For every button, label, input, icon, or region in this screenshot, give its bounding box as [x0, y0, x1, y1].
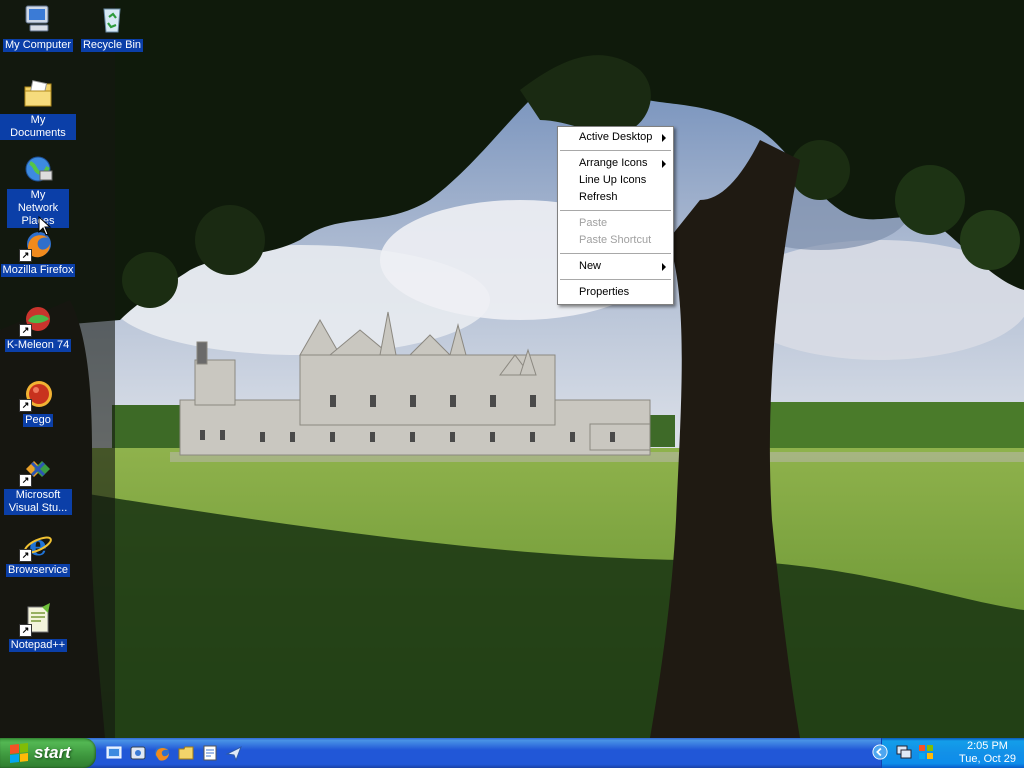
security-icon[interactable] — [918, 744, 934, 760]
clock-date: Tue, Oct 29 — [958, 753, 1016, 765]
desktop-icon-label: K-Meleon 74 — [4, 339, 72, 352]
start-label: start — [34, 743, 71, 762]
desktop-icon-microsoft-visual-studio[interactable]: ↗ Microsoft Visual Stu... — [0, 452, 76, 515]
submenu-arrow-icon — [662, 134, 666, 142]
menu-separator — [560, 253, 671, 254]
shortcut-arrow-icon: ↗ — [19, 399, 32, 412]
taskbar: start 2:05 PM Tue, Oct 29 — [0, 738, 1024, 768]
menu-item-label: Paste Shortcut — [579, 234, 652, 246]
windows-logo-icon — [10, 743, 28, 763]
desktop-icon-label: Browservice — [6, 564, 70, 577]
menu-item-active-desktop[interactable]: Active Desktop — [559, 129, 672, 146]
notepad-icon[interactable] — [200, 743, 220, 763]
computer-icon — [21, 2, 55, 36]
menu-item-label: Arrange Icons — [579, 157, 648, 169]
desktop-icon-my-computer[interactable]: My Computer — [0, 2, 76, 52]
menu-item-label: New — [579, 260, 602, 272]
clock[interactable]: 2:05 PM Tue, Oct 29 — [959, 740, 1016, 766]
desktop-icon-pego[interactable]: ↗ Pego — [0, 377, 76, 427]
menu-item-paste[interactable]: Paste — [559, 215, 672, 232]
desktop-icon-label: Recycle Bin — [80, 39, 144, 52]
visual-studio-icon: ↗ — [19, 452, 55, 487]
send-icon[interactable] — [224, 743, 244, 763]
menu-item-label: Line Up Icons — [579, 174, 647, 186]
menu-item-line-up-icons[interactable]: Line Up Icons — [559, 172, 672, 189]
quick-launch-bar — [104, 743, 244, 763]
desktop-icon-browservice[interactable]: e ↗ Browservice — [0, 527, 76, 577]
desktop-wallpaper[interactable] — [0, 0, 1024, 738]
menu-item-paste-shortcut[interactable]: Paste Shortcut — [559, 232, 672, 249]
desktop-icon-notepad-plus-plus[interactable]: ↗ Notepad++ — [0, 602, 76, 652]
menu-separator — [560, 150, 671, 151]
show-desktop-icon[interactable] — [104, 743, 124, 763]
menu-item-label: Active Desktop — [579, 131, 653, 143]
k-meleon-icon: ↗ — [19, 302, 55, 337]
menu-separator — [560, 279, 671, 280]
desktop-icon-recycle-bin[interactable]: Recycle Bin — [74, 2, 150, 52]
start-button[interactable]: start — [0, 738, 96, 768]
system-tray: 2:05 PM Tue, Oct 29 — [872, 738, 1024, 768]
desktop-icon-label: My Computer — [2, 39, 74, 52]
menu-item-arrange-icons[interactable]: Arrange Icons — [559, 155, 672, 172]
desktop-icon-my-documents[interactable]: My Documents — [0, 77, 76, 140]
shortcut-arrow-icon: ↗ — [19, 624, 32, 637]
menu-separator — [560, 210, 671, 211]
internet-explorer-icon: e ↗ — [19, 527, 55, 562]
folder-icon[interactable] — [176, 743, 196, 763]
notepad-plus-plus-icon: ↗ — [19, 602, 55, 637]
shortcut-arrow-icon: ↗ — [19, 249, 32, 262]
network-icon[interactable] — [896, 744, 912, 760]
menu-item-properties[interactable]: Properties — [559, 284, 672, 301]
desktop-icon-label: My Documents — [0, 114, 76, 140]
desktop-icon-k-meleon[interactable]: ↗ K-Meleon 74 — [0, 302, 76, 352]
media-icon[interactable] — [128, 743, 148, 763]
desktop-icon-label: Notepad++ — [8, 639, 68, 652]
desktop-icon-label: Pego — [23, 414, 53, 427]
pego-icon: ↗ — [19, 377, 55, 412]
tray-expand-icon[interactable] — [872, 744, 888, 760]
recycle-bin-icon — [95, 2, 129, 36]
menu-item-label: Paste — [579, 217, 608, 229]
shortcut-arrow-icon: ↗ — [19, 549, 32, 562]
clock-time: 2:05 PM — [966, 740, 1008, 752]
menu-item-label: Refresh — [579, 191, 618, 203]
folder-documents-icon — [21, 77, 55, 111]
desktop-context-menu: Active Desktop Arrange Icons Line Up Ico… — [557, 126, 674, 305]
desktop-icon-label: Microsoft Visual Stu... — [4, 489, 72, 515]
shortcut-arrow-icon: ↗ — [19, 324, 32, 337]
submenu-arrow-icon — [662, 160, 666, 168]
menu-item-refresh[interactable]: Refresh — [559, 189, 672, 206]
network-globe-icon — [21, 152, 55, 186]
menu-item-new[interactable]: New — [559, 258, 672, 275]
menu-item-label: Properties — [579, 286, 630, 298]
firefox-icon[interactable] — [152, 743, 172, 763]
submenu-arrow-icon — [662, 263, 666, 271]
desktop-icon-label: Mozilla Firefox — [0, 264, 76, 277]
shortcut-arrow-icon: ↗ — [19, 474, 32, 487]
mouse-cursor-icon — [38, 216, 52, 236]
